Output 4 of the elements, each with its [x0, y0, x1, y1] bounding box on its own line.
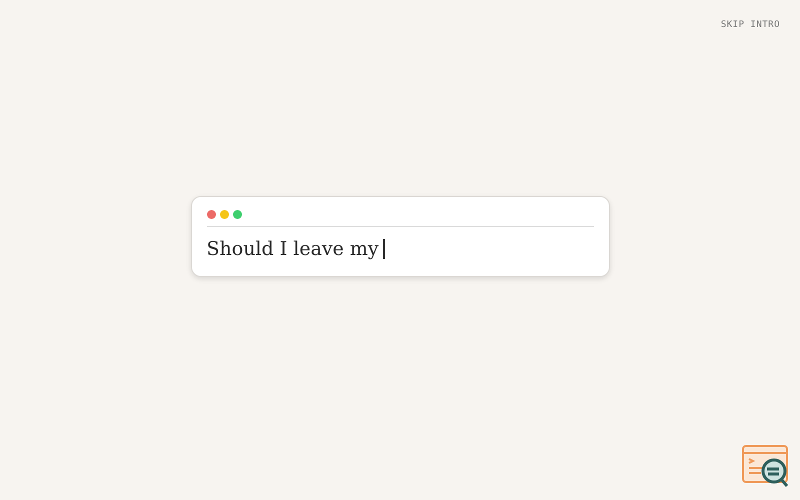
skip-intro-link[interactable]: SKIP INTRO — [720, 19, 780, 32]
typed-text: Should I leave my — [206, 236, 379, 262]
browser-magnifier-icon[interactable] — [741, 444, 791, 490]
text-cursor — [382, 238, 385, 258]
